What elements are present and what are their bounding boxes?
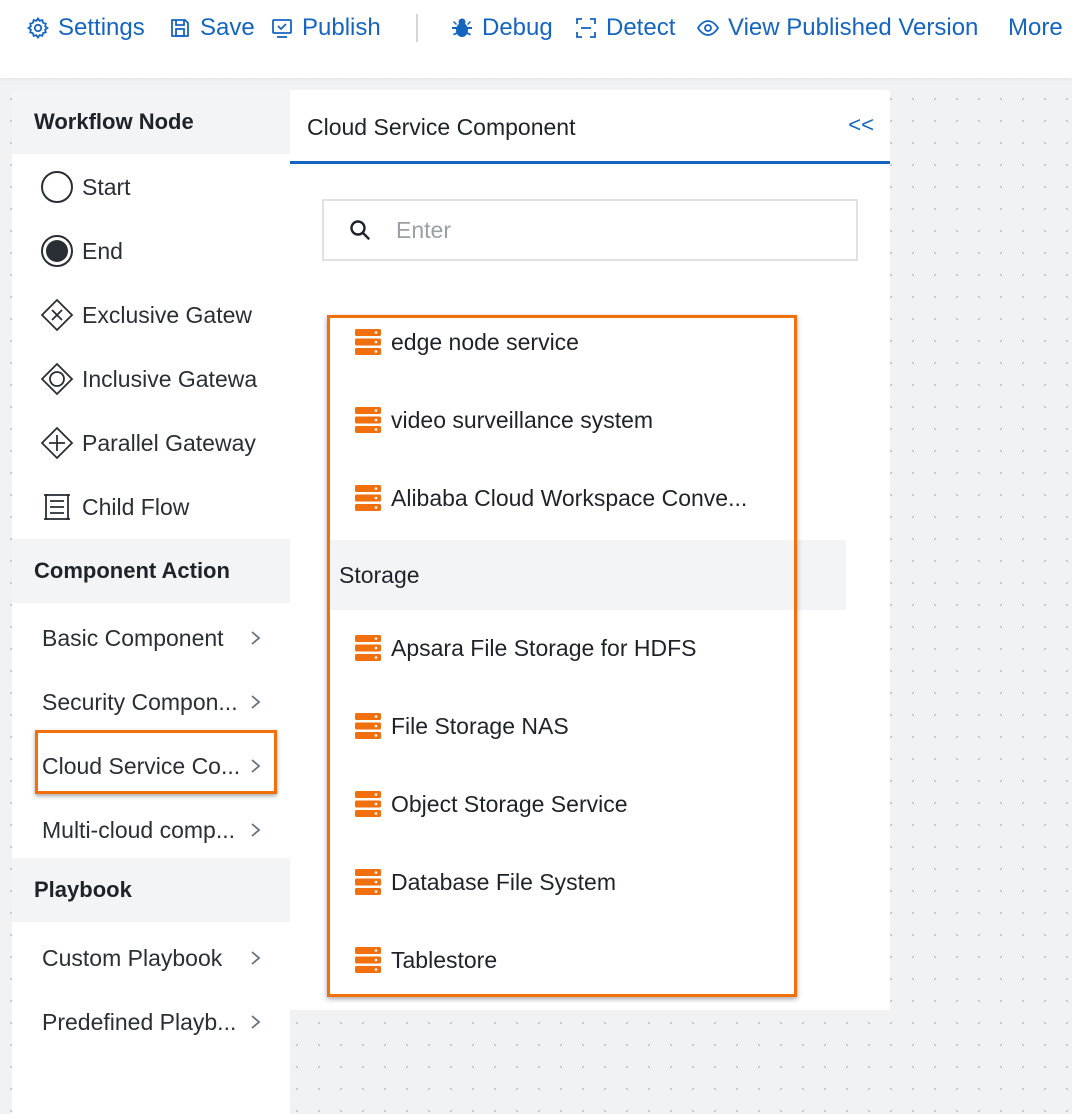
node-end[interactable]: End (40, 227, 123, 275)
end-circle-icon (40, 234, 74, 268)
predefined-playbook-label: Predefined Playb... (42, 1008, 237, 1035)
node-parallel-gateway[interactable]: Parallel Gateway (40, 419, 256, 467)
predefined-playbook-item[interactable]: Predefined Playb... (42, 998, 264, 1046)
settings-label: Settings (58, 14, 145, 41)
more-button[interactable]: More (1008, 12, 1063, 44)
save-button[interactable]: Save (168, 12, 255, 44)
detect-icon (576, 18, 596, 38)
basic-component-label: Basic Component (42, 624, 224, 651)
view-published-label: View Published Version (728, 14, 979, 41)
inclusive-gateway-icon (40, 362, 74, 396)
node-inclusive-gateway[interactable]: Inclusive Gatewa (40, 355, 257, 403)
gear-icon (27, 16, 49, 40)
multi-cloud-component-label: Multi-cloud comp... (42, 816, 236, 843)
collapse-panel-button[interactable]: << (848, 112, 874, 138)
more-label: More (1008, 14, 1063, 41)
eye-icon (696, 20, 720, 36)
view-published-button[interactable]: View Published Version (696, 12, 978, 44)
chevron-right-icon (251, 1015, 261, 1029)
save-icon (171, 19, 189, 37)
node-palette: Workflow Node Start End Exclusive Gatew … (12, 90, 290, 1114)
multi-cloud-component-item[interactable]: Multi-cloud comp... (42, 806, 264, 854)
node-parallel-gateway-label: Parallel Gateway (82, 429, 256, 456)
panel-header: Cloud Service Component << (290, 90, 890, 164)
chevron-right-icon (251, 951, 261, 965)
chevron-right-icon (251, 695, 261, 709)
search-input[interactable] (394, 215, 838, 245)
custom-playbook-label: Custom Playbook (42, 944, 223, 971)
start-circle-icon (40, 170, 74, 204)
publish-label: Publish (302, 14, 381, 41)
detect-button[interactable]: Detect (574, 12, 675, 44)
panel-title: Cloud Service Component (307, 114, 576, 140)
section-component-action: Component Action (12, 539, 290, 603)
section-playbook: Playbook (12, 858, 290, 922)
node-exclusive-gateway[interactable]: Exclusive Gatew (40, 291, 252, 339)
settings-button[interactable]: Settings (26, 12, 145, 44)
top-toolbar: Settings Save Publish Debug Detect View … (0, 0, 1072, 78)
toolbar-divider (416, 14, 418, 42)
publish-button[interactable]: Publish (270, 12, 381, 44)
node-inclusive-gateway-label: Inclusive Gatewa (82, 365, 258, 392)
node-child-flow[interactable]: Child Flow (40, 483, 189, 531)
detect-label: Detect (606, 14, 676, 41)
node-end-label: End (82, 237, 123, 264)
bug-icon (452, 18, 472, 37)
debug-label: Debug (482, 14, 553, 41)
publish-icon (272, 19, 292, 38)
security-component-item[interactable]: Security Compon... (42, 678, 264, 726)
highlight-frame-right (327, 315, 797, 997)
search-icon (350, 220, 370, 240)
exclusive-gateway-icon (40, 298, 74, 332)
search-box (322, 199, 858, 261)
node-exclusive-gateway-label: Exclusive Gatew (82, 301, 253, 328)
child-flow-icon (40, 490, 74, 524)
section-workflow-node: Workflow Node (12, 90, 290, 154)
highlight-frame-left (35, 730, 277, 794)
node-start[interactable]: Start (40, 163, 131, 211)
debug-button[interactable]: Debug (450, 12, 553, 44)
custom-playbook-item[interactable]: Custom Playbook (42, 934, 264, 982)
parallel-gateway-icon (40, 426, 74, 460)
save-label: Save (200, 14, 255, 41)
chevron-right-icon (251, 823, 261, 837)
node-child-flow-label: Child Flow (82, 493, 190, 520)
node-start-label: Start (82, 173, 131, 200)
basic-component-item[interactable]: Basic Component (42, 614, 264, 662)
chevron-right-icon (251, 631, 261, 645)
security-component-label: Security Compon... (42, 688, 238, 715)
